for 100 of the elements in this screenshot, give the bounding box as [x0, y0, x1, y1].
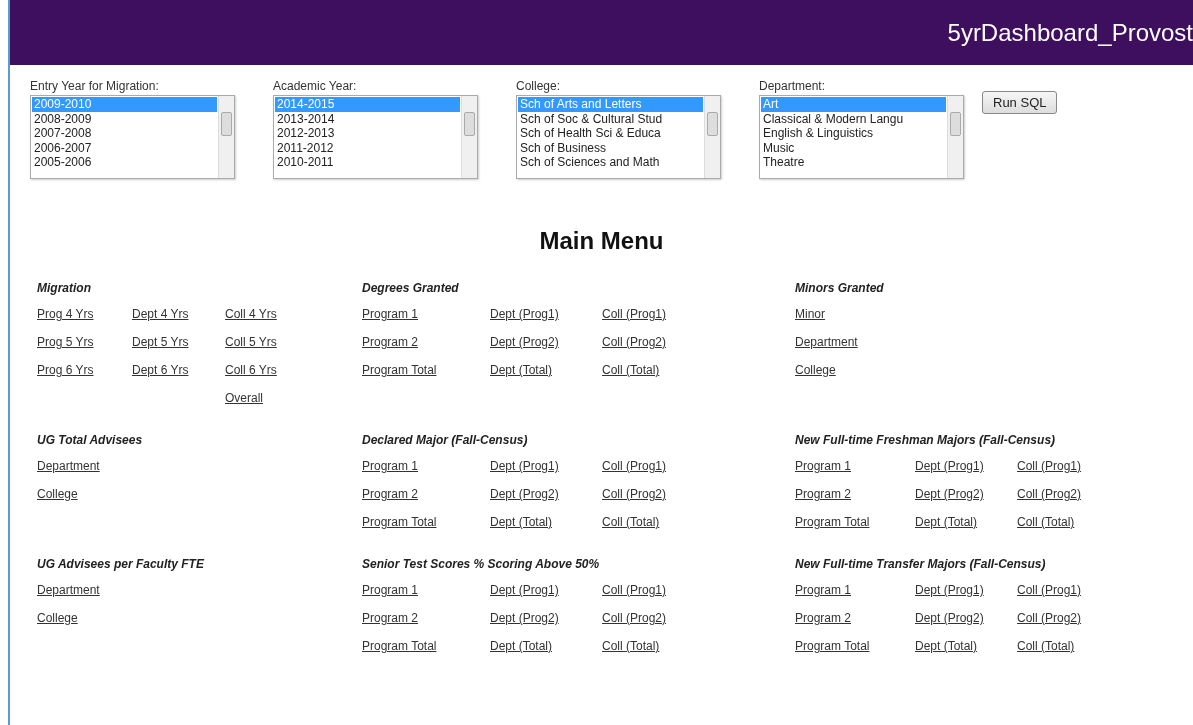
report-link[interactable]: Dept 6 Yrs [132, 363, 189, 377]
report-link[interactable]: Program 1 [795, 459, 852, 473]
list-option[interactable]: 2012-2013 [275, 126, 460, 141]
report-link[interactable]: Department [37, 459, 100, 473]
report-link[interactable]: Program Total [362, 515, 437, 529]
menu-title: Main Menu [538, 227, 665, 255]
report-link[interactable]: Coll (Total) [602, 515, 660, 529]
list-option[interactable]: Music [761, 140, 946, 155]
list-option[interactable]: Sch of Sciences and Math [518, 155, 703, 170]
scrollbar[interactable] [947, 96, 963, 178]
report-link[interactable]: Dept 4 Yrs [132, 307, 189, 321]
report-link[interactable]: Coll (Prog2) [1017, 487, 1082, 501]
report-link[interactable]: Coll (Total) [1017, 515, 1075, 529]
list-option[interactable]: Sch of Business [518, 140, 703, 155]
report-link[interactable]: Program 2 [362, 487, 419, 501]
report-link[interactable]: Program Total [795, 515, 870, 529]
report-link[interactable]: Coll (Prog1) [602, 583, 667, 597]
report-link[interactable]: Program 1 [362, 307, 419, 321]
report-link[interactable]: College [795, 363, 836, 377]
report-link[interactable]: Program 2 [795, 611, 852, 625]
report-link[interactable]: Prog 6 Yrs [37, 363, 94, 377]
report-link[interactable]: Program 2 [362, 611, 419, 625]
report-link[interactable]: Dept (Total) [490, 363, 553, 377]
report-link[interactable]: Dept (Prog1) [490, 459, 559, 473]
report-link[interactable]: Prog 4 Yrs [37, 307, 94, 321]
scrollbar[interactable] [461, 96, 477, 178]
report-link[interactable]: Dept (Prog1) [490, 583, 559, 597]
report-link[interactable]: Dept (Prog2) [490, 487, 559, 501]
filter-label: College: [516, 79, 562, 93]
list-option[interactable]: 2011-2012 [275, 140, 460, 155]
report-link[interactable]: Dept (Prog1) [915, 459, 984, 473]
run-sql-button[interactable]: Run SQL [982, 91, 1058, 114]
report-link[interactable]: Coll 6 Yrs [225, 363, 277, 377]
list-box[interactable]: Art Classical & Modern Langu English & Linguistics Music Theatre [759, 95, 964, 179]
report-link[interactable]: Dept (Prog2) [915, 611, 984, 625]
report-link[interactable]: Coll (Total) [1017, 639, 1075, 653]
section-title: Minors Granted [795, 281, 885, 297]
report-link[interactable]: Minor [795, 307, 825, 321]
list-option[interactable]: 2013-2014 [275, 111, 460, 126]
list-option[interactable]: Sch of Health Sci & Educa [518, 126, 703, 141]
section-title: New Full-time Freshman Majors (Fall-Census) [795, 433, 1057, 449]
report-link[interactable]: Dept (Total) [915, 639, 978, 653]
list-option[interactable]: 2007-2008 [32, 126, 217, 141]
list-option[interactable]: 2005-2006 [32, 155, 217, 170]
report-link[interactable]: Dept (Prog2) [915, 487, 984, 501]
report-link[interactable]: Overall [225, 391, 263, 405]
report-link[interactable]: College [37, 611, 78, 625]
list-option[interactable]: 2008-2009 [32, 111, 217, 126]
list-option[interactable]: 2006-2007 [32, 140, 217, 155]
report-link[interactable]: Dept (Prog2) [490, 335, 559, 349]
list-box[interactable]: 2009-2010 2008-2009 2007-2008 2006-2007 2005-2006 [30, 95, 235, 179]
report-link[interactable]: Coll (Prog1) [602, 307, 667, 321]
report-link[interactable]: Dept (Total) [490, 639, 553, 653]
report-link[interactable]: Program 1 [795, 583, 852, 597]
report-link[interactable]: Coll (Prog2) [602, 487, 667, 501]
report-link[interactable]: Coll (Total) [602, 639, 660, 653]
report-link[interactable]: Department [37, 583, 100, 597]
report-link[interactable]: Program 1 [362, 583, 419, 597]
report-link[interactable]: Dept (Prog1) [490, 307, 559, 321]
report-link[interactable]: Dept (Total) [490, 515, 553, 529]
filter-label: Department: [759, 79, 827, 93]
scrollbar[interactable] [704, 96, 720, 178]
list-option[interactable]: Classical & Modern Langu [761, 111, 946, 126]
report-link[interactable]: Dept (Prog1) [915, 583, 984, 597]
filter-label: Entry Year for Migration: [30, 79, 160, 93]
report-link[interactable]: Coll 4 Yrs [225, 307, 277, 321]
report-link[interactable]: Program Total [795, 639, 870, 653]
list-option[interactable]: 2010-2011 [275, 155, 460, 170]
section-title: Migration [37, 281, 92, 297]
report-link[interactable]: College [37, 487, 78, 501]
report-link[interactable]: Coll (Prog1) [1017, 583, 1082, 597]
report-link[interactable]: Dept 5 Yrs [132, 335, 189, 349]
report-link[interactable]: Dept (Prog2) [490, 611, 559, 625]
filter-label: Academic Year: [273, 79, 358, 93]
section-title: New Full-time Transfer Majors (Fall-Census) [795, 557, 1047, 573]
list-option[interactable]: Theatre [761, 155, 946, 170]
report-link[interactable]: Coll (Prog1) [1017, 459, 1082, 473]
report-link[interactable]: Department [795, 335, 858, 349]
section-title: UG Advisees per Faculty FTE [37, 557, 206, 573]
report-link[interactable]: Program 1 [362, 459, 419, 473]
report-link[interactable]: Dept (Total) [915, 515, 978, 529]
section-title: UG Total Advisees [37, 433, 144, 449]
list-box[interactable]: 2014-2015 2013-2014 2012-2013 2011-2012 2010-2011 [273, 95, 478, 179]
list-box[interactable]: Sch of Arts and Letters Sch of Soc & Cultural Stud Sch of Health Sci & Educa Sch of Business Sch of Sciences and Math [516, 95, 721, 179]
report-link[interactable]: Program Total [362, 363, 437, 377]
list-option[interactable]: English & Linguistics [761, 126, 946, 141]
report-link[interactable]: Coll (Prog2) [602, 335, 667, 349]
page-title: 5yrDashboard_Provost [947, 18, 1193, 47]
report-link[interactable]: Coll (Prog2) [602, 611, 667, 625]
list-option[interactable]: Sch of Soc & Cultural Stud [518, 111, 703, 126]
report-link[interactable]: Coll (Prog1) [602, 459, 667, 473]
report-link[interactable]: Program 2 [362, 335, 419, 349]
report-link[interactable]: Prog 5 Yrs [37, 335, 94, 349]
report-link[interactable]: Program 2 [795, 487, 852, 501]
report-link[interactable]: Program Total [362, 639, 437, 653]
report-link[interactable]: Coll 5 Yrs [225, 335, 277, 349]
report-link[interactable]: Coll (Prog2) [1017, 611, 1082, 625]
scrollbar[interactable] [218, 96, 234, 178]
section-title: Declared Major (Fall-Census) [362, 433, 529, 449]
report-link[interactable]: Coll (Total) [602, 363, 660, 377]
